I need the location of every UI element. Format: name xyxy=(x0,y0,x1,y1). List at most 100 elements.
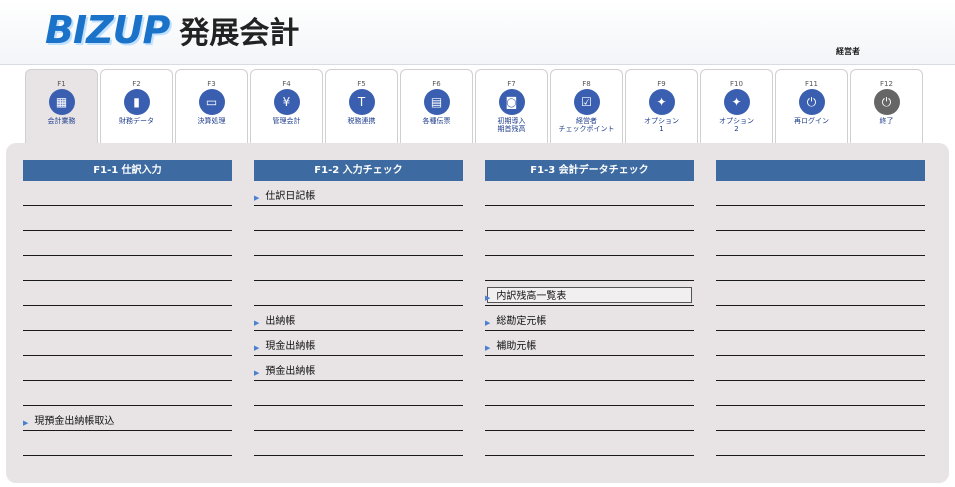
tab-key: F5 xyxy=(357,80,366,88)
yen-folder-icon: ¥ xyxy=(273,89,300,115)
menu-item-label: 現預金出納帳取込 xyxy=(34,416,115,427)
tab-f1[interactable]: F1 ▦ 会計業務 xyxy=(25,69,98,147)
lightbulb-icon: ✦ xyxy=(723,89,750,115)
menu-item-label: 総勘定元帳 xyxy=(496,316,547,327)
user-role: 経営者 xyxy=(836,47,860,56)
arrow-icon: ▶ xyxy=(23,419,29,427)
arrow-icon: ▶ xyxy=(485,319,491,327)
tab-key: F2 xyxy=(132,80,141,88)
tab-key: F6 xyxy=(432,80,441,88)
tab-key: F4 xyxy=(282,80,291,88)
menu-row xyxy=(716,281,925,306)
menu-item[interactable]: ▶ 現預金出納帳取込 xyxy=(23,406,232,431)
tab-f5[interactable]: F5 T 税務連携 xyxy=(325,69,398,144)
menu-row xyxy=(23,256,232,281)
menu-row xyxy=(254,231,463,256)
main-panel: F1-1 仕訳入力 ▶ 現預金出納帳取込 F1-2 入力チェック ▶ 仕訳日記帳 ▶ 出納帳 ▶… xyxy=(6,143,949,483)
menu-row xyxy=(254,381,463,406)
arrow-icon: ▶ xyxy=(254,344,260,352)
tab-f6[interactable]: F6 ▤ 各種伝票 xyxy=(400,69,473,144)
menu-row xyxy=(23,356,232,381)
menu-item[interactable]: ▶ 補助元帳 xyxy=(485,331,694,356)
tab-f7[interactable]: F7 ◙ 初期導入 期首残高 xyxy=(475,69,548,144)
menu-row xyxy=(485,406,694,431)
tab-f12[interactable]: F12 ⏻ 終了 xyxy=(850,69,923,144)
menu-row xyxy=(716,256,925,281)
menu-row xyxy=(254,431,463,456)
menu-row xyxy=(254,206,463,231)
menu-row xyxy=(716,231,925,256)
tab-key: F7 xyxy=(507,80,516,88)
menu-row xyxy=(23,181,232,206)
tab-label: オプション 1 xyxy=(644,117,679,133)
menu-row xyxy=(254,256,463,281)
tab-f3[interactable]: F3 ▭ 決算処理 xyxy=(175,69,248,144)
logo-bizup: BIZUP xyxy=(45,8,170,52)
tab-label: 財務データ xyxy=(119,117,154,125)
arrow-icon: ▶ xyxy=(485,294,491,302)
menu-row xyxy=(716,306,925,331)
column-title xyxy=(716,160,925,181)
ledger-icon: ▤ xyxy=(423,89,450,115)
tab-key: F11 xyxy=(805,80,818,88)
menu-row xyxy=(254,406,463,431)
menu-item-label: 現金出納帳 xyxy=(265,341,316,352)
checkbox-icon: ☑ xyxy=(573,89,600,115)
tab-label: 再ログイン xyxy=(794,117,829,125)
arrow-icon: ▶ xyxy=(254,369,260,377)
power-icon: ⏻ xyxy=(798,89,825,115)
menu-item-label: 補助元帳 xyxy=(496,341,537,352)
menu-row xyxy=(485,206,694,231)
tab-label: 税務連携 xyxy=(347,117,376,125)
menu-row xyxy=(716,406,925,431)
arrow-icon: ▶ xyxy=(485,344,491,352)
column-title: F1-1 仕訳入力 xyxy=(23,160,232,181)
menu-item[interactable]: ▶ 預金出納帳 xyxy=(254,356,463,381)
menu-item[interactable]: ▶ 総勘定元帳 xyxy=(485,306,694,331)
menu-row xyxy=(716,431,925,456)
menu-row xyxy=(716,206,925,231)
tab-f4[interactable]: F4 ¥ 管理会計 xyxy=(250,69,323,144)
tab-f10[interactable]: F10 ✦ オプション 2 xyxy=(700,69,773,144)
tab-f9[interactable]: F9 ✦ オプション 1 xyxy=(625,69,698,144)
menu-row xyxy=(254,281,463,306)
menu-row xyxy=(485,256,694,281)
laptop-icon: ▭ xyxy=(198,89,225,115)
menu-row xyxy=(485,356,694,381)
menu-item[interactable]: ▶ 仕訳日記帳 xyxy=(254,181,463,206)
tab-f11[interactable]: F11 ⏻ 再ログイン xyxy=(775,69,848,144)
tab-f8[interactable]: F8 ☑ 経営者 チェックポイント xyxy=(550,69,623,144)
menu-row xyxy=(23,331,232,356)
tab-label: 初期導入 期首残高 xyxy=(497,117,526,133)
menu-row xyxy=(23,306,232,331)
menu-row xyxy=(485,431,694,456)
tab-key: F9 xyxy=(657,80,666,88)
menu-item[interactable]: ▶ 内訳残高一覧表 xyxy=(485,281,694,306)
tab-label: 終了 xyxy=(879,117,894,125)
tab-label: 決算処理 xyxy=(197,117,226,125)
menu-column-2: F1-2 入力チェック ▶ 仕訳日記帳 ▶ 出納帳 ▶ 現金出納帳 ▶ 預金出納帳 xyxy=(254,160,463,456)
column-title: F1-3 会計データチェック xyxy=(485,160,694,181)
menu-column-3: F1-3 会計データチェック ▶ 内訳残高一覧表 ▶ 総勘定元帳 ▶ 補助元帳 xyxy=(485,160,694,456)
tab-label: 各種伝票 xyxy=(422,117,451,125)
menu-item[interactable]: ▶ 現金出納帳 xyxy=(254,331,463,356)
menu-item[interactable]: ▶ 出納帳 xyxy=(254,306,463,331)
menu-row xyxy=(23,231,232,256)
menu-item-label: 預金出納帳 xyxy=(265,366,316,377)
menu-item-label: 仕訳日記帳 xyxy=(265,191,316,202)
menu-row xyxy=(23,381,232,406)
menu-row xyxy=(23,281,232,306)
menu-row xyxy=(23,206,232,231)
function-tabs: F1 ▦ 会計業務 F2 ▮ 財務データ F3 ▭ 決算処理 F4 ¥ 管理会計 F5 T 税務連携 F6 ▤ 各… xyxy=(25,69,925,149)
tab-key: F10 xyxy=(730,80,743,88)
tab-key: F8 xyxy=(582,80,591,88)
tab-f2[interactable]: F2 ▮ 財務データ xyxy=(100,69,173,144)
tax-icon: T xyxy=(348,89,375,115)
column-title: F1-2 入力チェック xyxy=(254,160,463,181)
tab-label: 会計業務 xyxy=(47,117,76,125)
app-name: 発展会計 xyxy=(179,16,300,51)
power-icon: ⏻ xyxy=(873,89,900,115)
menu-column-4 xyxy=(716,160,925,456)
app-logo: BIZUP 発展会計 xyxy=(45,8,299,52)
tab-key: F12 xyxy=(880,80,893,88)
